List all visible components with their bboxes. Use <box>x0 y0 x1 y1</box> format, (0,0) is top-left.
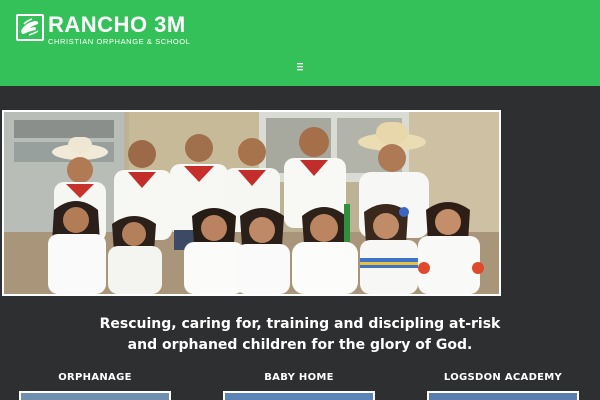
baby-home-thumbnail[interactable] <box>223 391 375 400</box>
logsdon-academy-thumbnail[interactable] <box>427 391 579 400</box>
section-logsdon-academy[interactable]: LOGSDON ACADEMY <box>427 372 579 400</box>
site-logo[interactable]: RANCHO 3M CHRISTIAN ORPHANGE & SCHOOL <box>16 14 190 47</box>
tagline-line-2: and orphaned children for the glory of G… <box>127 337 473 353</box>
section-title-orphanage[interactable]: ORPHANAGE <box>19 372 171 384</box>
mission-tagline: Rescuing, caring for, training and disci… <box>0 314 600 356</box>
hero-image <box>2 110 501 296</box>
hamburger-menu-icon[interactable] <box>295 56 305 71</box>
section-baby-home[interactable]: BABY HOME <box>223 372 375 400</box>
section-orphanage[interactable]: ORPHANAGE <box>19 372 171 400</box>
logo-subtitle: CHRISTIAN ORPHANGE & SCHOOL <box>48 37 191 46</box>
section-title-baby-home[interactable]: BABY HOME <box>223 372 375 384</box>
children-group-photo <box>4 112 499 294</box>
logo-hands-icon <box>16 14 44 41</box>
site-header: RANCHO 3M CHRISTIAN ORPHANGE & SCHOOL <box>0 0 600 86</box>
section-title-logsdon-academy[interactable]: LOGSDON ACADEMY <box>427 372 579 384</box>
logo-title: RANCHO 3M <box>48 12 186 37</box>
orphanage-thumbnail[interactable] <box>19 391 171 400</box>
tagline-line-1: Rescuing, caring for, training and disci… <box>99 316 501 332</box>
